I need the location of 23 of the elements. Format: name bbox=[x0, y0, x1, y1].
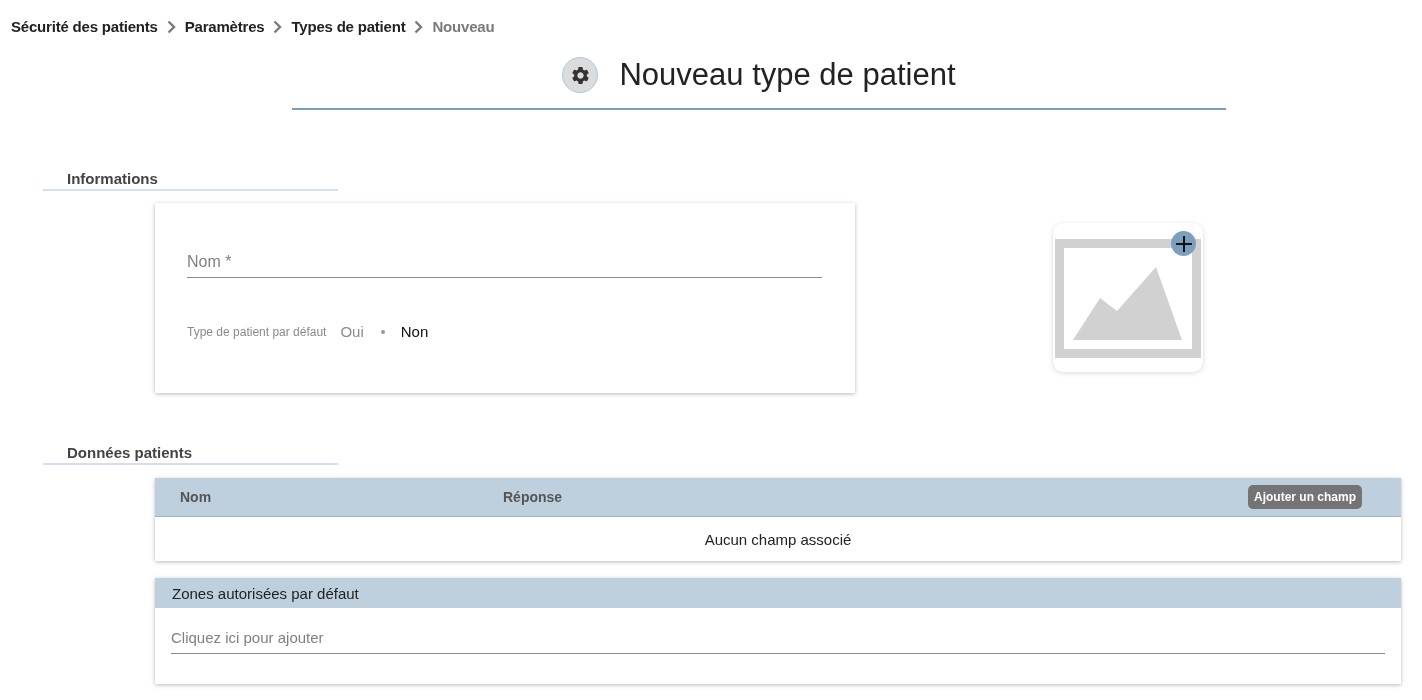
toggle-option[interactable]: Non bbox=[400, 322, 429, 342]
section-heading: Informations bbox=[43, 170, 338, 191]
plus-icon bbox=[1175, 235, 1192, 252]
chevron-icon bbox=[414, 20, 424, 34]
gear-icon bbox=[562, 57, 599, 93]
column-header: Nom bbox=[180, 489, 213, 505]
column-header: Réponse bbox=[503, 489, 564, 505]
breadcrumb-link[interactable]: Types de patient bbox=[291, 17, 406, 37]
add-field-button[interactable]: Ajouter un champ bbox=[1248, 485, 1362, 509]
page-title: Nouveau type de patient bbox=[619, 57, 956, 93]
empty-table-message: Aucun champ associé bbox=[704, 530, 852, 548]
panel-title: Zones autorisées par défaut bbox=[155, 578, 1401, 608]
breadcrumb-link[interactable]: Paramètres bbox=[184, 17, 265, 37]
zones-input[interactable]: Cliquez ici pour ajouter bbox=[171, 625, 1385, 654]
separator-dot-icon bbox=[380, 330, 385, 334]
chevron-icon bbox=[273, 20, 283, 34]
toggle-label: Type de patient par défaut bbox=[187, 325, 327, 339]
breadcrumb-link[interactable]: Nouveau bbox=[432, 17, 495, 37]
name-input[interactable]: Nom * bbox=[187, 249, 822, 278]
chevron-icon bbox=[166, 20, 176, 34]
section-heading: Données patients bbox=[43, 444, 338, 465]
add-image-button[interactable] bbox=[1171, 231, 1196, 256]
breadcrumb-link[interactable]: Sécurité des patients bbox=[11, 17, 158, 37]
